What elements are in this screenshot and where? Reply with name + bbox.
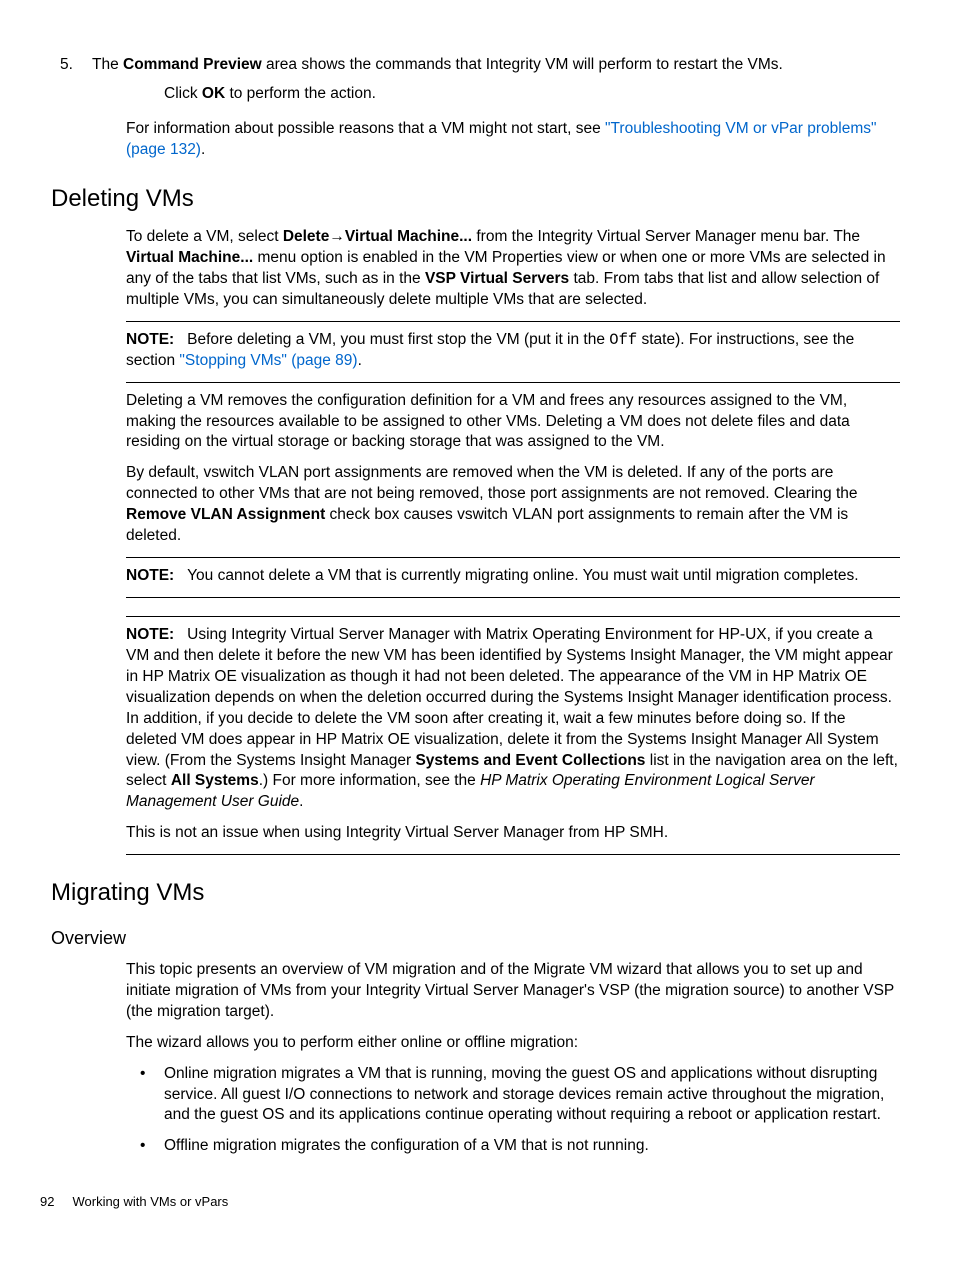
page-footer: 92 Working with VMs or vPars: [40, 1193, 900, 1211]
paragraph: By default, vswitch VLAN port assignment…: [126, 463, 900, 547]
text: .: [299, 793, 303, 810]
step-5: 5. The Command Preview area shows the co…: [54, 55, 900, 76]
bold: Systems and Event Collections: [415, 752, 645, 769]
step-number: 5.: [54, 55, 92, 76]
note-block: NOTE: Before deleting a VM, you must fir…: [126, 330, 900, 372]
bold: VSP Virtual Servers: [425, 270, 569, 287]
page-number: 92: [40, 1193, 54, 1211]
paragraph: To delete a VM, select Delete→Virtual Ma…: [126, 227, 900, 311]
footer-title: Working with VMs or vPars: [72, 1193, 228, 1211]
text: .: [201, 141, 205, 158]
bold: Virtual Machine...: [345, 228, 472, 245]
note-block: NOTE: You cannot delete a VM that is cur…: [126, 566, 900, 587]
paragraph: For information about possible reasons t…: [126, 119, 900, 161]
rule: [126, 382, 900, 383]
rule: [126, 321, 900, 322]
bold: Remove VLAN Assignment: [126, 506, 325, 523]
bullet-text: Offline migration migrates the configura…: [164, 1136, 900, 1157]
heading-migrating-vms: Migrating VMs: [51, 877, 900, 909]
link-stopping-vms[interactable]: "Stopping VMs" (page 89): [179, 352, 357, 369]
text: to perform the action.: [225, 85, 376, 102]
step-body: The Command Preview area shows the comma…: [92, 55, 900, 76]
bullet-icon: •: [126, 1136, 164, 1157]
subheading-overview: Overview: [51, 926, 900, 950]
text: The: [92, 56, 123, 73]
rule: [126, 616, 900, 617]
note-block: NOTE: Using Integrity Virtual Server Man…: [126, 625, 900, 813]
paragraph: This topic presents an overview of VM mi…: [126, 960, 900, 1023]
text: Before deleting a VM, you must first sto…: [187, 331, 609, 348]
paragraph: The wizard allows you to perform either …: [126, 1033, 900, 1054]
text: Using Integrity Virtual Server Manager w…: [126, 626, 893, 769]
rule: [126, 557, 900, 558]
bold: OK: [202, 85, 225, 102]
paragraph: This is not an issue when using Integrit…: [126, 823, 900, 844]
text: .: [358, 352, 362, 369]
text: For information about possible reasons t…: [126, 120, 605, 137]
bold: Command Preview: [123, 56, 262, 73]
bullet-item: • Offline migration migrates the configu…: [126, 1136, 900, 1157]
text: from the Integrity Virtual Server Manage…: [472, 228, 860, 245]
bold: Virtual Machine...: [126, 249, 253, 266]
rule: [126, 854, 900, 855]
text: By default, vswitch VLAN port assignment…: [126, 464, 858, 502]
mono-text: Off: [609, 331, 637, 349]
rule: [126, 597, 900, 598]
note-label: NOTE:: [126, 567, 174, 584]
text: You cannot delete a VM that is currently…: [187, 567, 858, 584]
note-label: NOTE:: [126, 626, 174, 643]
bold: All Systems: [171, 772, 259, 789]
note-label: NOTE:: [126, 331, 174, 348]
arrow-icon: →: [329, 228, 345, 245]
heading-deleting-vms: Deleting VMs: [51, 183, 900, 215]
bold: Delete: [283, 228, 330, 245]
text: area shows the commands that Integrity V…: [262, 56, 783, 73]
text: Click: [164, 85, 202, 102]
bullet-text: Online migration migrates a VM that is r…: [164, 1064, 900, 1127]
text: .) For more information, see the: [259, 772, 480, 789]
text: To delete a VM, select: [126, 228, 283, 245]
step-continue: Click OK to perform the action.: [164, 84, 900, 105]
bullet-icon: •: [126, 1064, 164, 1127]
bullet-item: • Online migration migrates a VM that is…: [126, 1064, 900, 1127]
paragraph: Deleting a VM removes the configuration …: [126, 391, 900, 454]
